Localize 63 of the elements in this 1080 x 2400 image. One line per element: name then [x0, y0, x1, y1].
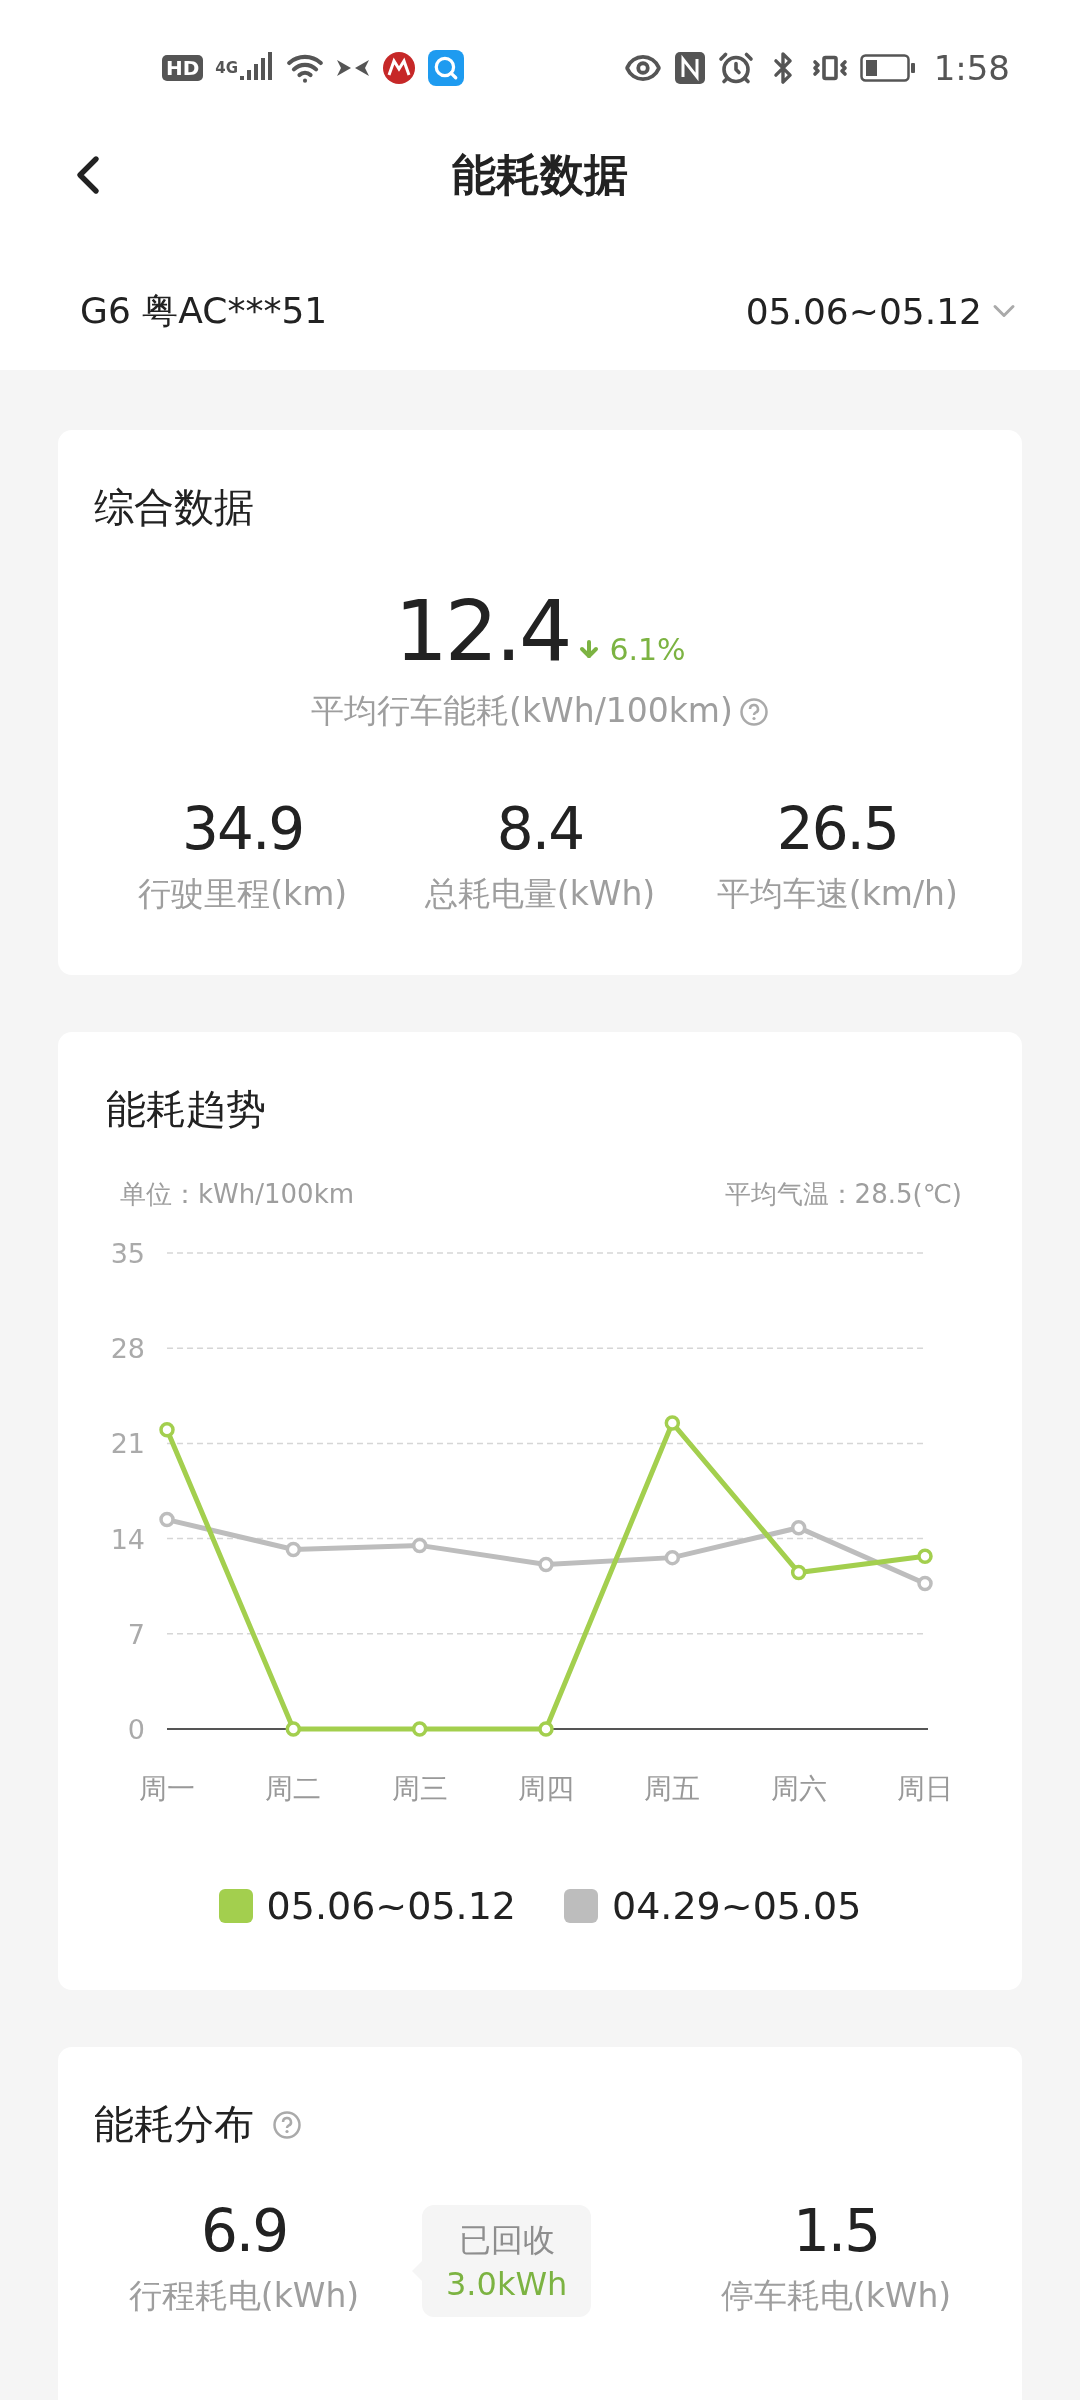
stat-value: 34.9: [182, 800, 304, 858]
axis-tick-label: 21: [110, 1428, 145, 1460]
axis-tick-label: 35: [110, 1238, 145, 1269]
help-icon[interactable]: [738, 696, 769, 727]
data-point: [159, 1511, 175, 1528]
stat-label: 平均车速(km/h): [716, 873, 958, 915]
data-point: [917, 1548, 933, 1565]
data-point: [664, 1415, 681, 1431]
x-logo-icon: [336, 57, 371, 79]
main-label: 平均行车能耗(kWh/100km): [311, 690, 733, 732]
stat-value: 6.9: [200, 2202, 288, 2260]
data-point: [411, 1721, 428, 1737]
temperature-label: 平均气温：28.5(℃): [724, 1178, 962, 1211]
axis-tick-label: 7: [127, 1618, 145, 1650]
page-title: 能耗数据: [452, 147, 628, 202]
stat-label: 行程耗电(kWh): [128, 2275, 360, 2317]
axis-tick-label: 周三: [391, 1772, 448, 1805]
legend-label: 04.29~05.05: [612, 1884, 862, 1928]
data-point: [790, 1564, 807, 1581]
axis-tick-label: 14: [110, 1523, 145, 1555]
data-point: [538, 1721, 554, 1737]
recovered-value: 3.0kWh: [446, 2264, 568, 2303]
stat-label: 行驶里程(km): [138, 873, 348, 915]
card-title: 能耗趋势: [105, 1085, 267, 1134]
axis-tick-label: 28: [110, 1333, 145, 1365]
help-icon[interactable]: [272, 2109, 302, 2140]
clock-time: 1:58: [933, 48, 1010, 88]
data-point: [285, 1721, 302, 1737]
data-point: [538, 1556, 554, 1573]
data-point: [411, 1537, 428, 1554]
axis-tick-label: 周五: [644, 1772, 701, 1805]
battery-icon: [859, 54, 916, 82]
vehicle-name: G6 粤AC***51: [80, 288, 328, 333]
date-range-selector[interactable]: 05.06~05.12: [745, 290, 1022, 332]
nfc-icon: [673, 51, 706, 85]
network-type: 4G: [215, 59, 239, 77]
alarm-icon: [717, 50, 754, 86]
stat-value: 1.5: [792, 2202, 880, 2260]
main-value: 12.4: [394, 589, 570, 673]
data-point: [790, 1519, 807, 1536]
app-logo-icon: [382, 51, 417, 85]
stat-value: 8.4: [496, 800, 584, 858]
axis-tick-label: 周六: [770, 1772, 827, 1805]
data-point: [159, 1422, 175, 1438]
stat-value: 26.5: [776, 800, 898, 858]
search-app-icon: [428, 50, 465, 86]
axis-tick-label: 0: [127, 1714, 145, 1745]
card-title: 综合数据: [94, 483, 255, 532]
data-point: [285, 1541, 302, 1558]
axis-tick-label: 周一: [139, 1772, 195, 1805]
axis-tick-label: 周日: [897, 1772, 953, 1805]
change-percent: 6.1%: [609, 632, 686, 667]
data-point: [664, 1549, 681, 1566]
legend-label: 05.06~05.12: [266, 1884, 516, 1928]
data-point: [917, 1575, 933, 1592]
axis-tick-label: 周四: [518, 1772, 574, 1805]
stat-label: 停车耗电(kWh): [720, 2275, 952, 2317]
unit-label: 单位：kWh/100km: [120, 1178, 354, 1211]
stat-label: 总耗电量(kWh): [424, 873, 656, 915]
axis-tick-label: 周二: [265, 1772, 322, 1805]
hd-badge: HD: [162, 55, 204, 81]
card-title: 能耗分布: [94, 2100, 254, 2149]
recovered-label: 已回收: [458, 2219, 555, 2261]
